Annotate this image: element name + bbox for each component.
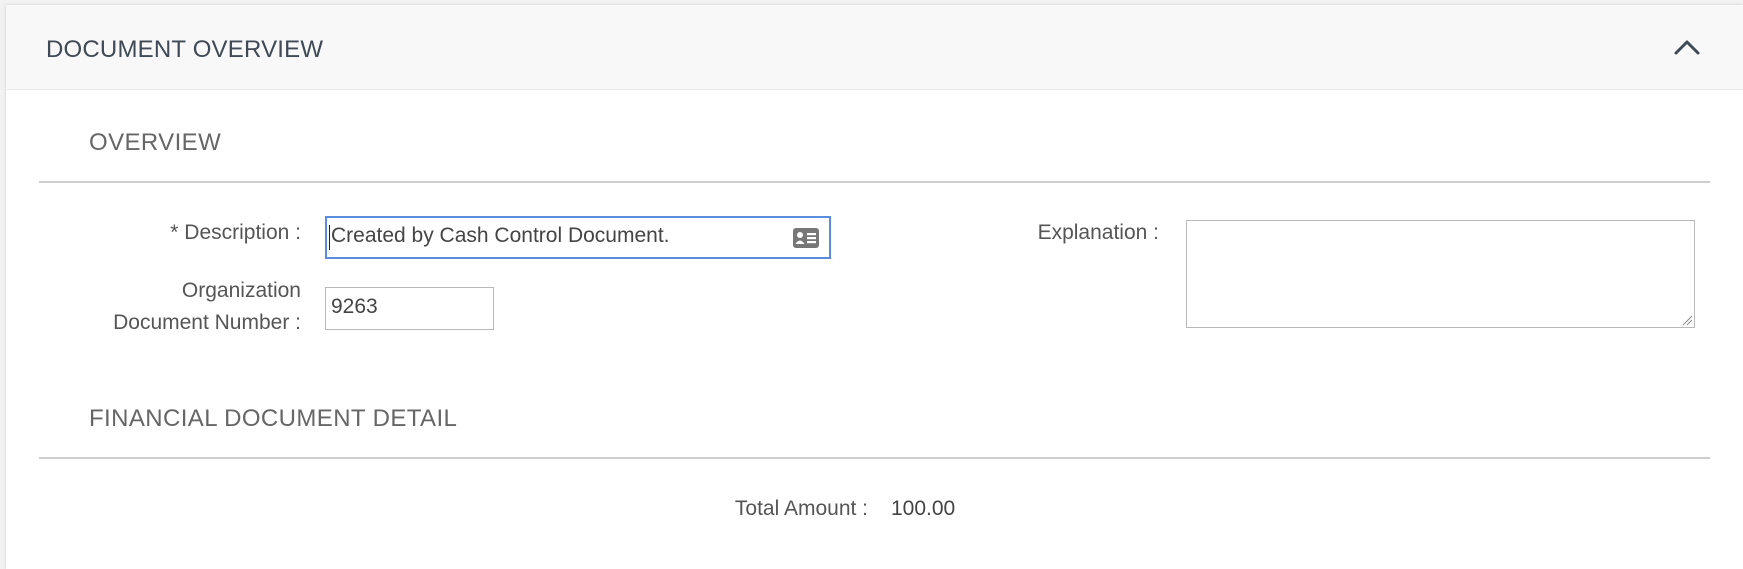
- description-value: Created by Cash Control Document.: [331, 224, 670, 247]
- org-doc-number-value: 9263: [331, 295, 378, 318]
- total-amount-value: 100.00: [891, 497, 956, 520]
- text-caret: [329, 225, 330, 250]
- panel-title: DOCUMENT OVERVIEW: [46, 36, 324, 63]
- explanation-textarea[interactable]: [1186, 220, 1695, 328]
- contact-card-icon[interactable]: [792, 227, 820, 249]
- description-label-text: Description :: [184, 221, 301, 244]
- description-input[interactable]: Created by Cash Control Document.: [325, 216, 831, 259]
- org-doc-number-label-line2: Document Number :: [113, 311, 301, 334]
- org-doc-number-label: Organization Document Number :: [66, 275, 301, 339]
- resize-grip-icon[interactable]: [1681, 314, 1693, 326]
- panel-header[interactable]: DOCUMENT OVERVIEW: [6, 5, 1743, 90]
- description-label: * Description :: [136, 217, 301, 249]
- total-amount-label: Total Amount :: [734, 497, 868, 520]
- financial-section-title: FINANCIAL DOCUMENT DETAIL: [89, 405, 458, 432]
- org-doc-number-label-line1: Organization: [181, 279, 301, 302]
- chevron-up-icon[interactable]: [1672, 35, 1702, 59]
- explanation-label: Explanation :: [1037, 221, 1159, 244]
- overview-section-title: OVERVIEW: [89, 129, 222, 156]
- required-marker: *: [170, 221, 179, 244]
- org-doc-number-input[interactable]: 9263: [325, 287, 494, 330]
- financial-divider: [39, 457, 1710, 459]
- document-overview-panel: DOCUMENT OVERVIEW OVERVIEW * Description…: [6, 5, 1743, 569]
- overview-divider: [39, 181, 1710, 183]
